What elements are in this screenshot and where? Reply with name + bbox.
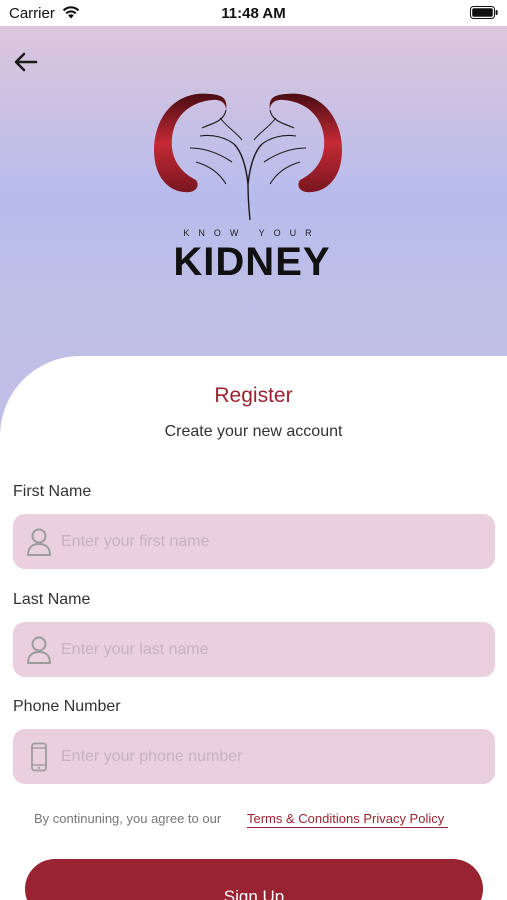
phone-icon — [31, 742, 47, 772]
register-form: Register Create your new account First N… — [0, 356, 507, 900]
page-subtitle: Create your new account — [164, 423, 343, 440]
user-icon — [27, 528, 51, 556]
logo-wordmark: KIDNEY — [173, 240, 331, 284]
status-bar: Carrier 11:48 AM — [0, 0, 507, 26]
sign-up-button[interactable]: Sign Up — [25, 859, 483, 900]
terms-privacy-link[interactable]: Terms & Conditions Privacy Policy — [247, 811, 449, 828]
back-button[interactable] — [10, 46, 42, 78]
logo-tagline: KNOW YOUR — [183, 228, 321, 238]
kidney-logo-icon — [154, 93, 342, 221]
phone-number-input[interactable] — [61, 729, 481, 784]
arrow-left-icon — [14, 52, 38, 72]
last-name-field[interactable] — [13, 622, 495, 677]
phone-number-label: Phone Number — [13, 698, 121, 715]
battery-icon — [470, 6, 498, 19]
user-icon — [27, 636, 51, 664]
page-title: Register — [214, 384, 293, 407]
first-name-field[interactable] — [13, 514, 495, 569]
clock: 11:48 AM — [221, 5, 286, 22]
terms-notice: By continuning, you agree to our — [34, 811, 222, 826]
last-name-label: Last Name — [13, 591, 91, 608]
last-name-input[interactable] — [61, 622, 481, 677]
first-name-label: First Name — [13, 483, 92, 500]
first-name-input[interactable] — [61, 514, 481, 569]
phone-number-field[interactable] — [13, 729, 495, 784]
